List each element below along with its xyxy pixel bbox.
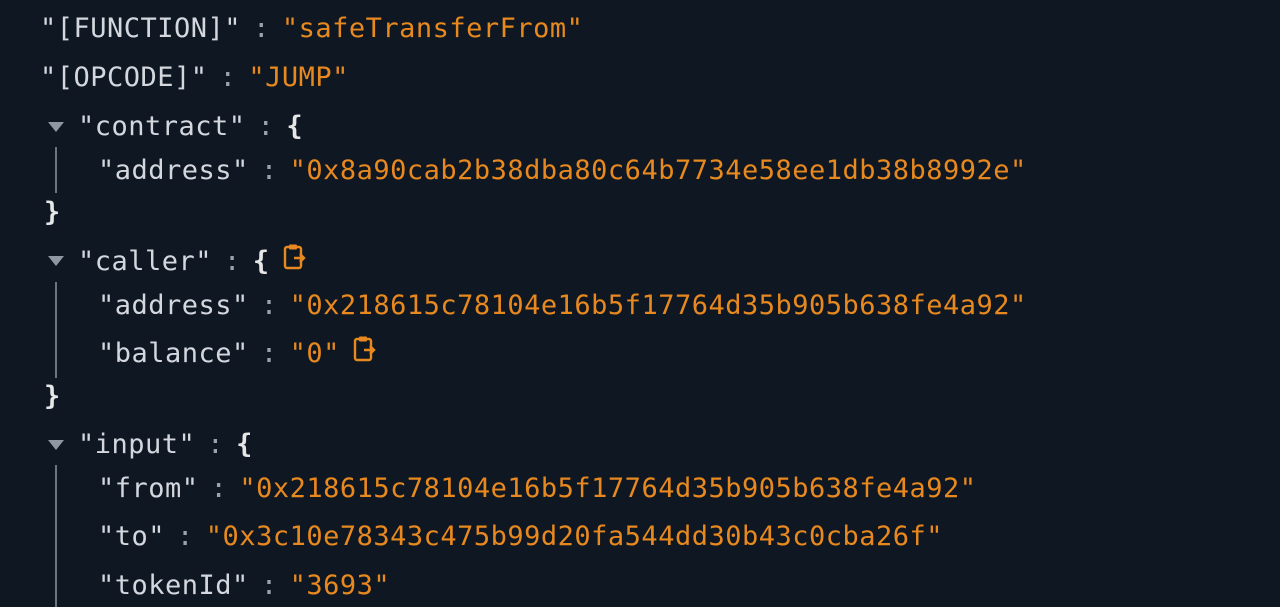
colon: :	[260, 338, 278, 369]
colon: :	[224, 246, 241, 277]
row-caller: "caller": {	[78, 242, 308, 282]
clipboard-copy-icon[interactable]	[282, 243, 308, 283]
value-caller-address: "0x218615c78104e16b5f17764d35b905b638fe4…	[289, 290, 1027, 321]
value-contract-address: "0x8a90cab2b38dba80c64b7734e58ee1db38b89…	[289, 155, 1027, 186]
row-contract: "contract": {	[78, 107, 303, 147]
colon: :	[260, 155, 278, 186]
colon: :	[260, 290, 278, 321]
value-input-to: "0x3c10e78343c475b99d20fa544dd30b43c0cba…	[205, 521, 944, 552]
row-input-to: "to": "0x3c10e78343c475b99d20fa544dd30b43…	[98, 517, 943, 557]
value-input-tokenid: "3693"	[289, 570, 391, 601]
colon: :	[253, 13, 270, 44]
brace-open-contract: {	[286, 111, 304, 142]
indent-guide-caller	[55, 282, 57, 378]
colon: :	[207, 429, 225, 460]
brace-open-input: {	[236, 429, 253, 460]
key-input: "input"	[78, 429, 196, 460]
row-contract-close: }	[44, 193, 61, 233]
brace-close-caller: }	[44, 381, 61, 412]
key-function: "[FUNCTION]"	[40, 13, 242, 44]
row-caller-close: }	[44, 377, 61, 417]
key-input-to: "to"	[98, 521, 166, 552]
row-caller-address: "address": "0x218615c78104e16b5f17764d35b…	[98, 286, 1027, 326]
caller-toggle-triangle-down-icon[interactable]	[48, 256, 64, 266]
row-opcode: "[OPCODE]": "JUMP"	[40, 58, 349, 98]
key-input-from: "from"	[98, 473, 199, 504]
row-input-tokenid: "tokenId": "3693"	[98, 566, 390, 606]
key-input-tokenid: "tokenId"	[98, 570, 249, 601]
indent-guide-input	[55, 465, 57, 607]
json-viewer: "[FUNCTION]": "safeTransferFrom" "[OPCODE…	[0, 0, 1280, 607]
colon: :	[219, 62, 237, 93]
value-caller-balance: "0"	[289, 338, 340, 369]
input-toggle-triangle-down-icon[interactable]	[48, 440, 64, 450]
row-caller-balance: "balance": "0"	[98, 334, 378, 374]
row-contract-address: "address": "0x8a90cab2b38dba80c64b7734e58…	[98, 151, 1027, 191]
brace-open-caller: {	[252, 246, 270, 277]
key-caller-balance: "balance"	[98, 338, 249, 369]
colon: :	[210, 473, 228, 504]
row-input: "input": {	[78, 425, 253, 465]
colon: :	[177, 521, 194, 552]
row-input-from: "from": "0x218615c78104e16b5f17764d35b905…	[98, 469, 977, 509]
indent-guide-contract	[55, 147, 57, 193]
key-contract: "contract"	[78, 111, 246, 142]
key-contract-address: "address"	[98, 155, 249, 186]
key-caller-address: "address"	[98, 290, 249, 321]
clipboard-copy-icon[interactable]	[352, 335, 378, 375]
colon: :	[260, 570, 278, 601]
brace-close-contract: }	[44, 197, 61, 228]
contract-toggle-triangle-down-icon[interactable]	[48, 122, 64, 132]
row-function: "[FUNCTION]": "safeTransferFrom"	[40, 9, 583, 49]
value-function: "safeTransferFrom"	[281, 13, 584, 44]
key-caller: "caller"	[78, 246, 213, 277]
value-opcode: "JUMP"	[248, 62, 349, 93]
key-opcode: "[OPCODE]"	[40, 62, 208, 93]
colon: :	[257, 111, 275, 142]
value-input-from: "0x218615c78104e16b5f17764d35b905b638fe4…	[239, 473, 977, 504]
